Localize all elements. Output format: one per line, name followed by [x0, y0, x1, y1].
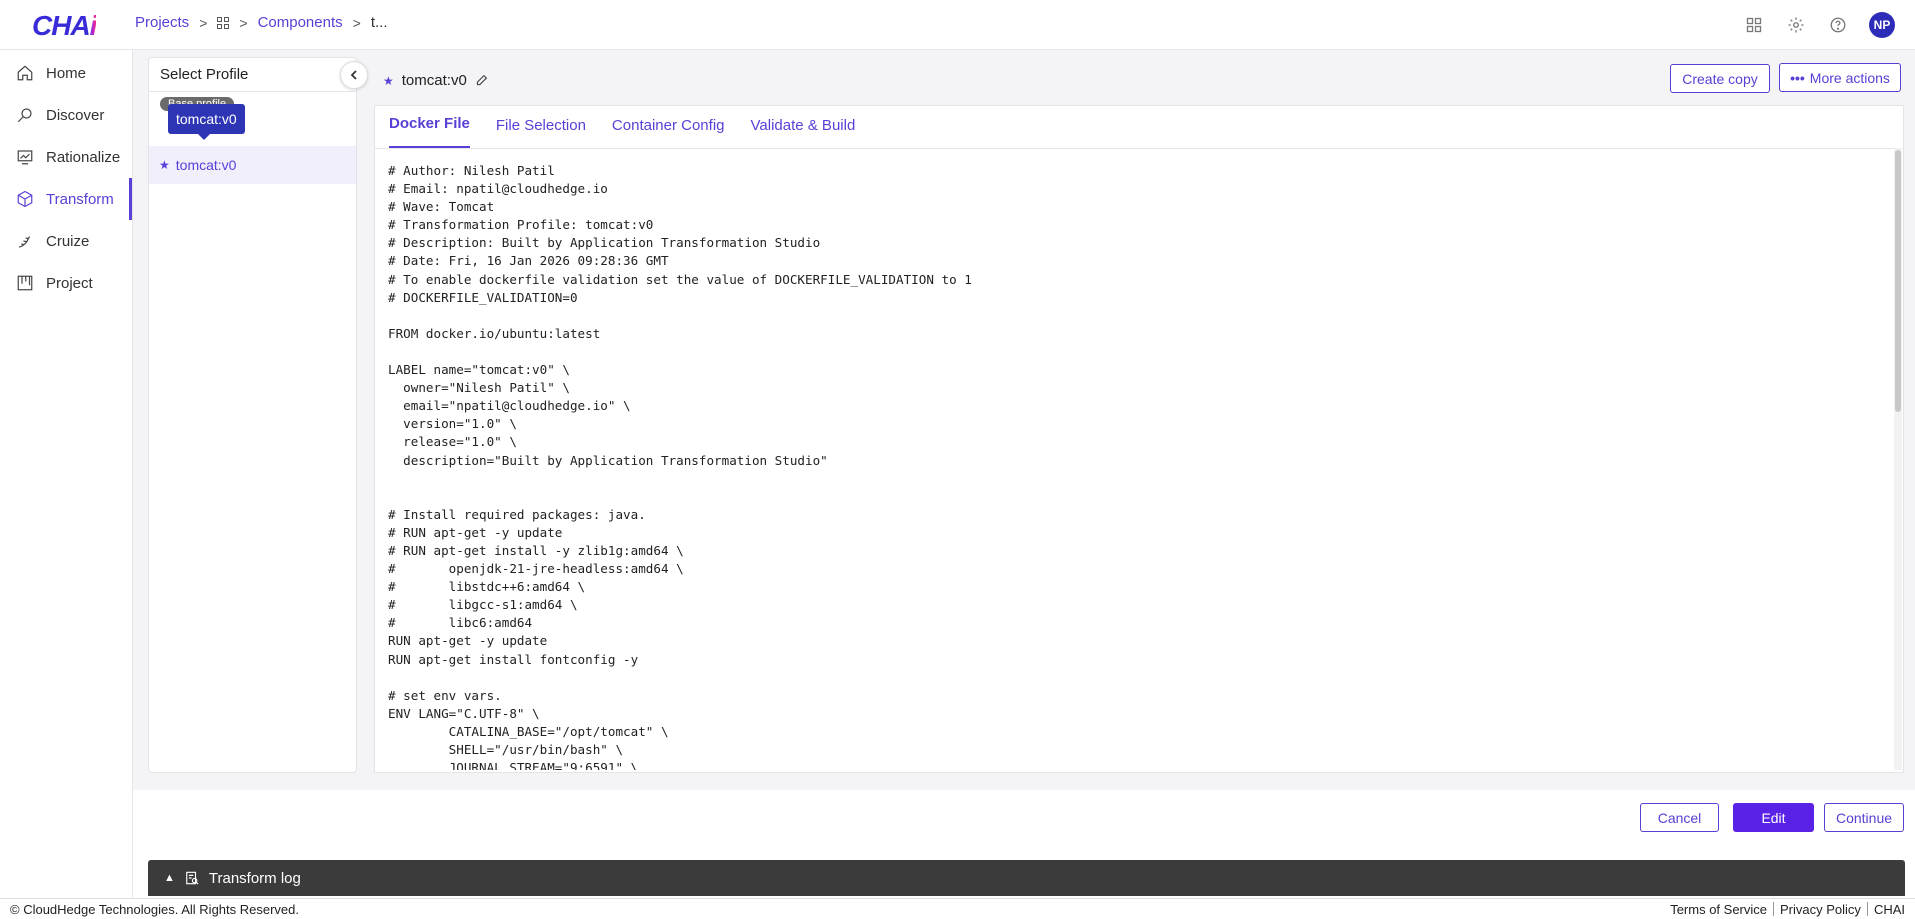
profile-list-item-label: tomcat:v0	[175, 157, 237, 173]
continue-button[interactable]: Continue	[1824, 803, 1904, 832]
footer-brand: CHAI	[1873, 901, 1905, 917]
discover-icon	[17, 108, 32, 123]
collapse-panel-button[interactable]	[340, 61, 368, 89]
rationalize-icon	[17, 150, 33, 165]
star-icon: ★	[383, 73, 394, 88]
breadcrumb-current: t...	[370, 14, 388, 31]
profile-tooltip: tomcat:v0	[168, 104, 245, 140]
chevron-left-icon	[350, 70, 357, 80]
tab-validate-build[interactable]: Validate & Build	[751, 117, 856, 148]
transform-icon	[17, 190, 33, 208]
caret-up-icon: ▲	[164, 872, 175, 884]
help-icon[interactable]	[1827, 14, 1849, 36]
create-copy-button[interactable]: Create copy	[1670, 64, 1770, 93]
profile-panel-title: Select Profile	[149, 58, 356, 92]
cruize-icon	[18, 236, 31, 248]
chevron-right-icon: >	[352, 14, 361, 31]
breadcrumb-components[interactable]: Components	[258, 14, 343, 31]
breadcrumb: Projects > > Components > t...	[135, 14, 387, 31]
nav-item-cruize[interactable]: Cruize	[0, 220, 132, 262]
tab-file-selection[interactable]: File Selection	[496, 117, 586, 148]
chevron-right-icon: >	[199, 14, 208, 31]
log-icon	[186, 871, 199, 885]
gear-icon[interactable]	[1785, 14, 1807, 36]
home-icon	[17, 65, 33, 81]
more-actions-button[interactable]: ••• More actions	[1779, 63, 1901, 92]
transform-log-label: Transform log	[208, 869, 301, 887]
profile-list-item[interactable]: ★ tomcat:v0	[149, 146, 356, 184]
nav-item-rationalize[interactable]: Rationalize	[0, 136, 132, 178]
cancel-button[interactable]: Cancel	[1640, 803, 1719, 832]
terms-link[interactable]: Terms of Service	[1670, 902, 1767, 917]
edit-button[interactable]: Edit	[1733, 803, 1814, 832]
more-dots-icon: •••	[1790, 69, 1805, 86]
project-icon	[17, 275, 33, 291]
footer-divider	[1866, 902, 1868, 916]
star-icon: ★	[159, 158, 170, 172]
dockerfile-code[interactable]: # Author: Nilesh Patil # Email: npatil@c…	[388, 162, 1888, 770]
nav-item-discover[interactable]: Discover	[0, 94, 132, 136]
nav-item-project[interactable]: Project	[0, 262, 132, 304]
tab-container-config[interactable]: Container Config	[612, 117, 725, 148]
chai-logo[interactable]: CHAi	[32, 10, 97, 42]
transform-log-bar[interactable]: ▲ Transform log	[148, 860, 1905, 896]
tab-docker-file[interactable]: Docker File	[389, 115, 470, 148]
avatar[interactable]: NP	[1869, 12, 1895, 38]
footer-divider	[1773, 902, 1775, 916]
nav-item-home[interactable]: Home	[0, 52, 132, 94]
nav-item-transform[interactable]: Transform	[0, 178, 132, 220]
chevron-right-icon: >	[239, 14, 248, 31]
apps-grid-icon[interactable]	[1743, 14, 1765, 36]
profile-title: ★ tomcat:v0	[383, 72, 488, 89]
code-scrollbar-thumb[interactable]	[1895, 150, 1901, 412]
footer: © CloudHedge Technologies. All Rights Re…	[0, 898, 1915, 919]
profile-name: tomcat:v0	[401, 72, 467, 89]
editor-tabs: Docker File File Selection Container Con…	[374, 105, 1904, 149]
grid-icon[interactable]	[217, 16, 230, 29]
left-nav: Home Discover Rationalize Transform Crui…	[0, 50, 133, 900]
breadcrumb-projects[interactable]: Projects	[135, 14, 189, 31]
copyright-text: © CloudHedge Technologies. All Rights Re…	[10, 901, 300, 917]
privacy-link[interactable]: Privacy Policy	[1780, 902, 1861, 917]
top-bar: CHAi Projects > > Components > t... NP	[0, 0, 1915, 50]
edit-pencil-icon[interactable]	[475, 74, 488, 87]
